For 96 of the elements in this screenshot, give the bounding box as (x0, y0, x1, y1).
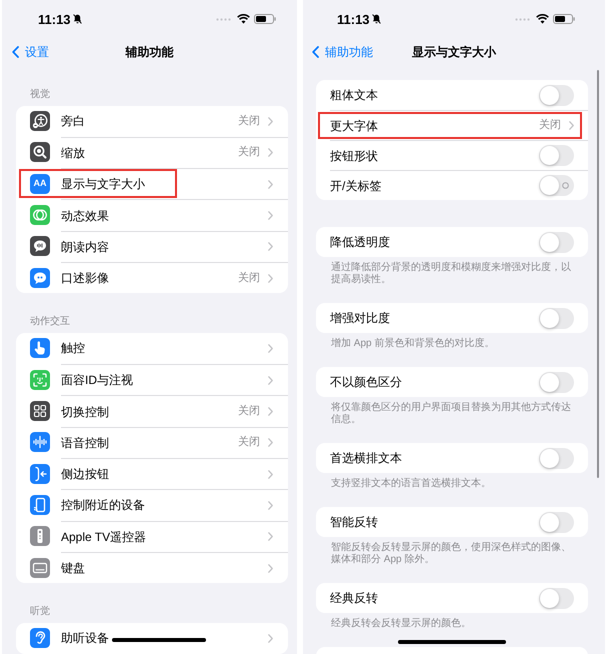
setting-label: 动态效果 (61, 210, 109, 222)
toggle-switch[interactable] (539, 512, 574, 532)
toggle-switch[interactable] (539, 308, 574, 328)
setting-label: 更大字体 (330, 120, 378, 132)
footer-note: 将仅靠颜色区分的用户界面项目替换为用其他方式传达信息。 (331, 402, 572, 426)
setting-value: 关闭 (238, 116, 260, 127)
chevron-right-icon (268, 470, 273, 479)
setting-value: 关闭 (539, 120, 561, 131)
setting-label: 增强对比度 (330, 312, 390, 324)
nav-title: 显示与文字大小 (412, 46, 496, 58)
chevron-right-icon (268, 180, 273, 189)
setting-value: 关闭 (238, 406, 260, 418)
wifi-icon (536, 14, 549, 24)
status-time: 11:13 (38, 12, 71, 26)
toggle-switch[interactable] (539, 145, 574, 166)
setting-label: 按钮形状 (330, 150, 378, 162)
speech-bubble-icon (30, 268, 50, 288)
setting-label: 不以颜色区分 (330, 376, 402, 388)
footer-note: 智能反转会反转显示屏的颜色，使用深色样式的图像、媒体和部分 App 除外。 (331, 542, 572, 566)
section-header: 动作交互 (30, 317, 70, 328)
setting-label: 首选横排文本 (330, 452, 402, 464)
chevron-right-icon (268, 376, 273, 385)
toggle-switch[interactable] (539, 232, 574, 252)
setting-value: 关闭 (238, 147, 260, 158)
bell-slash-icon (72, 14, 82, 24)
toggle-switch[interactable] (539, 175, 574, 196)
chevron-right-icon (268, 438, 273, 448)
keyboard-icon (30, 558, 50, 578)
setting-label: 面容ID与注视 (61, 374, 133, 386)
battery-icon (254, 14, 276, 24)
chevron-right-icon (268, 242, 273, 252)
chevron-right-icon (268, 116, 273, 126)
setting-label: 助听设备 (61, 632, 109, 644)
back-button[interactable]: 辅助功能 (312, 46, 373, 58)
setting-label: 显示与文字大小 (61, 178, 145, 190)
status-time: 11:13 (337, 12, 370, 26)
chevron-left-icon (312, 46, 319, 58)
footer-note: 经典反转会反转显示屏的颜色。 (331, 618, 472, 630)
chevron-right-icon (268, 564, 273, 572)
setting-label: Apple TV遥控器 (61, 530, 146, 543)
setting-label: 经典反转 (330, 592, 378, 604)
setting-label: 触控 (61, 342, 85, 354)
hand-icon (30, 338, 50, 358)
text-size-icon: AA (30, 174, 50, 194)
setting-label: 智能反转 (330, 516, 378, 528)
setting-label: 粗体文本 (330, 89, 378, 101)
setting-label: 开/关标签 (330, 180, 382, 192)
section-header: 听觉 (30, 607, 50, 618)
toggle-switch[interactable] (539, 84, 574, 106)
setting-value: 关闭 (238, 272, 260, 284)
footer-note: 通过降低部分背景的透明度和模糊度来增强对比度，以提高易读性。 (331, 262, 572, 286)
face-frame-icon (30, 370, 50, 390)
magnifier-icon (30, 142, 50, 162)
wifi-icon (237, 14, 250, 24)
footer-note: 增加 App 前景色和背景色的对比度。 (331, 338, 496, 350)
bell-slash-icon (372, 14, 381, 24)
signal-dots-icon (216, 18, 231, 20)
grid-icon (30, 401, 50, 422)
chevron-right-icon (268, 634, 273, 643)
chevron-right-icon (268, 148, 273, 158)
chevron-right-icon (268, 407, 273, 416)
rings-icon (30, 205, 50, 226)
chevron-right-icon (268, 532, 273, 542)
toggle-switch[interactable] (539, 588, 574, 608)
battery-icon (553, 14, 575, 24)
phone-icon (30, 494, 50, 515)
chevron-right-icon (268, 344, 273, 353)
chevron-left-icon (12, 46, 19, 58)
setting-label: 旁白 (61, 115, 85, 128)
setting-label: 朗读内容 (61, 240, 109, 253)
footer-note: 支持竖排文本的语言首选横排文本。 (331, 478, 492, 490)
arrow-into-bracket-icon (30, 464, 50, 484)
chevron-right-icon (268, 274, 273, 283)
setting-value: 关闭 (238, 437, 260, 448)
remote-icon (30, 526, 50, 546)
chevron-right-icon (268, 211, 273, 220)
chevron-right-icon (569, 121, 574, 130)
setting-label: 切换控制 (61, 406, 109, 418)
back-button[interactable]: 设置 (12, 46, 49, 58)
ring-icon (562, 182, 569, 189)
toggle-switch[interactable] (539, 448, 574, 468)
nav-title: 辅助功能 (126, 46, 174, 58)
chevron-right-icon (268, 500, 273, 510)
waveform-icon (30, 432, 50, 452)
toggle-switch[interactable] (539, 372, 574, 392)
ear-icon (30, 628, 50, 648)
setting-label: 缩放 (61, 146, 85, 159)
signal-dots-icon (515, 18, 530, 20)
setting-label: 口述影像 (61, 272, 109, 284)
setting-label: 控制附近的设备 (61, 499, 145, 512)
setting-label: 降低透明度 (330, 236, 390, 248)
setting-label: 键盘 (61, 562, 85, 574)
setting-label: 语音控制 (61, 436, 109, 449)
setting-label: 侧边按钮 (61, 468, 109, 480)
speech-bubble-icon (30, 236, 50, 256)
section-header: 视觉 (30, 90, 50, 100)
